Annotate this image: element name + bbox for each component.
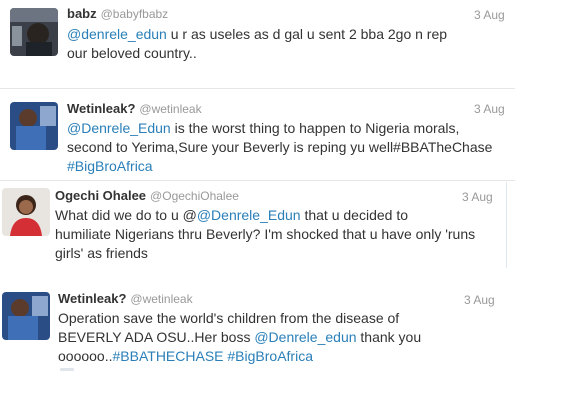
tweet-author[interactable]: Wetinleak? @wetinleak: [67, 101, 202, 116]
tweet-card[interactable]: Wetinleak? @wetinleak 3 Aug Operation sav…: [0, 286, 510, 386]
tweet-author[interactable]: babz @babyfbabz: [67, 6, 168, 21]
tweet-expand-icon[interactable]: [60, 368, 74, 371]
mention-link[interactable]: @denrele_edun: [67, 26, 167, 42]
tweet-text-segment: that u decided to: [300, 207, 408, 223]
author-handle[interactable]: @babyfbabz: [101, 7, 169, 21]
tweet-date[interactable]: 3 Aug: [474, 102, 505, 116]
mention-link[interactable]: @Denrele_edun: [254, 329, 356, 345]
mention-link[interactable]: @Denrele_Edun: [197, 207, 301, 223]
tweet-text: What did we do to u @@Denrele_Edun that …: [55, 206, 503, 263]
author-handle[interactable]: @wetinleak: [139, 102, 201, 116]
avatar-photo-icon: [10, 8, 58, 56]
avatar[interactable]: [2, 188, 50, 236]
tweet-text-segment: u r as useles as d gal u sent 2 bba 2go …: [166, 26, 448, 42]
tweet-text: Operation save the world's children from…: [58, 309, 506, 366]
tweet-text-segment: girls' as friends: [55, 245, 148, 261]
author-name[interactable]: babz: [67, 6, 97, 21]
tweet-date[interactable]: 3 Aug: [464, 293, 495, 307]
avatar-photo-icon: [2, 188, 50, 236]
hashtag-link[interactable]: #BigBroAfrica: [67, 158, 153, 174]
hashtag-link[interactable]: #BBATHECHASE: [113, 348, 224, 364]
author-name[interactable]: Wetinleak?: [67, 101, 135, 116]
tweet-text-segment: is the worst thing to happen to Nigeria …: [170, 120, 460, 136]
tweet-divider: [0, 88, 515, 89]
avatar[interactable]: [2, 292, 50, 340]
tweet-text-segment: Operation save the world's children from…: [58, 310, 400, 326]
tweet-text-segment: What did we do to u @: [55, 207, 197, 223]
hashtag-link[interactable]: #BigBroAfrica: [227, 348, 313, 364]
author-name[interactable]: Wetinleak?: [58, 291, 126, 306]
tweet-date[interactable]: 3 Aug: [462, 190, 493, 204]
avatar-photo-icon: [2, 292, 50, 340]
tweet-text-segment: our beloved country..: [67, 45, 197, 61]
author-handle[interactable]: @wetinleak: [130, 292, 192, 306]
tweet-text-segment: second to Yerima,Sure your Beverly is re…: [67, 139, 493, 155]
tweet-text: @Denrele_Edun is the worst thing to happ…: [67, 119, 512, 176]
tweet-text: @denrele_edun u r as useles as d gal u s…: [67, 25, 507, 63]
tweet-card[interactable]: Ogechi Ohalee @OgechiOhalee 3 Aug What di…: [0, 182, 505, 268]
tweet-text-segment: BEVERLY ADA OSU..Her boss: [58, 329, 255, 345]
avatar-photo-icon: [10, 102, 58, 150]
author-name[interactable]: Ogechi Ohalee: [55, 188, 146, 203]
author-handle[interactable]: @OgechiOhalee: [150, 189, 239, 203]
conversation-line: [506, 182, 507, 268]
avatar[interactable]: [10, 102, 58, 150]
tweet-text-segment: thank you: [356, 329, 422, 345]
tweet-card[interactable]: Wetinleak? @wetinleak 3 Aug @Denrele_Edun…: [0, 96, 520, 180]
tweet-author[interactable]: Ogechi Ohalee @OgechiOhalee: [55, 188, 239, 203]
tweet-card[interactable]: babz @babyfbabz 3 Aug @denrele_edun u r a…: [0, 0, 520, 80]
tweet-date[interactable]: 3 Aug: [474, 8, 505, 22]
avatar[interactable]: [10, 8, 58, 56]
tweet-divider: [0, 180, 515, 181]
tweet-text-segment: oooooo..: [58, 348, 113, 364]
mention-link[interactable]: @Denrele_Edun: [67, 120, 171, 136]
tweet-text-segment: humiliate Nigerians thru Beverly? I'm sh…: [55, 226, 476, 242]
tweet-author[interactable]: Wetinleak? @wetinleak: [58, 291, 193, 306]
